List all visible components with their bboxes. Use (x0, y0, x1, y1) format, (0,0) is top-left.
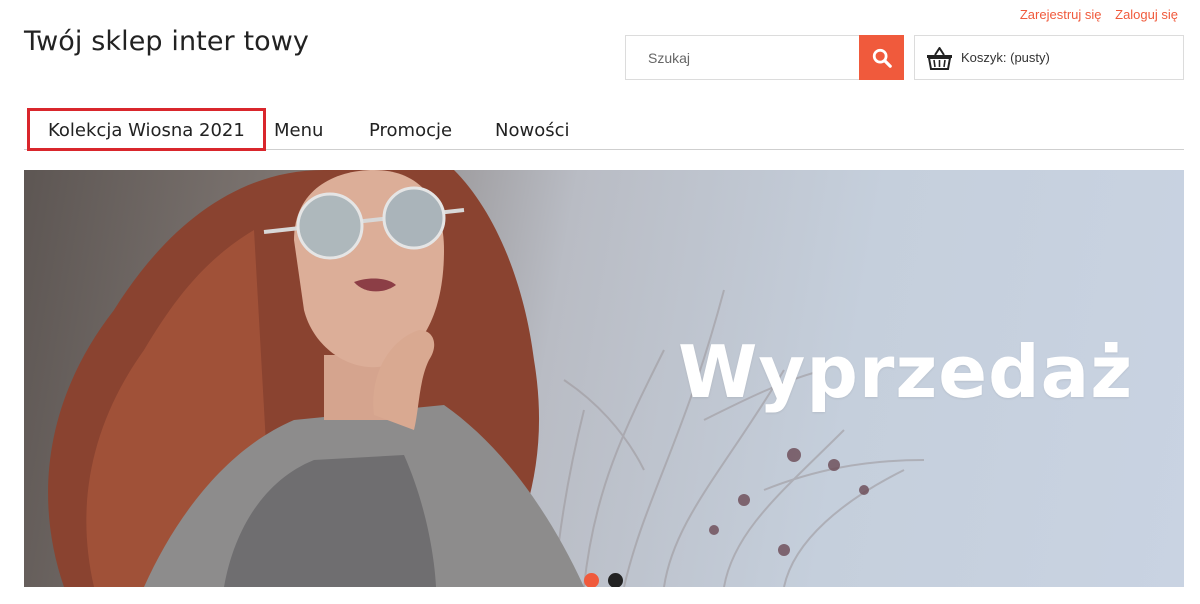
hero-title: Wyprzedaż (678, 330, 1134, 414)
search-button[interactable] (859, 35, 904, 80)
carousel-dots (584, 573, 623, 587)
hero-banner[interactable]: Wyprzedaż (24, 170, 1184, 587)
search-icon (872, 48, 892, 68)
search-box (625, 35, 904, 80)
carousel-dot-1[interactable] (584, 573, 599, 587)
main-nav: Kolekcja Wiosna 2021 Menu Promocje Nowoś… (24, 108, 1184, 151)
cart-button[interactable]: Koszyk: (pusty) (914, 35, 1184, 80)
cart-label: Koszyk: (pusty) (961, 50, 1050, 65)
nav-item-nowosci[interactable]: Nowości (495, 108, 570, 151)
carousel-dot-2[interactable] (608, 573, 623, 587)
register-link[interactable]: Zarejestruj się (1020, 7, 1102, 22)
login-link[interactable]: Zaloguj się (1115, 7, 1178, 22)
nav-item-kolekcja[interactable]: Kolekcja Wiosna 2021 (27, 108, 266, 151)
store-logo[interactable]: Twój sklep inter towy (24, 26, 309, 57)
basket-icon (927, 46, 952, 70)
nav-item-promocje[interactable]: Promocje (369, 108, 452, 151)
nav-item-menu[interactable]: Menu (274, 108, 323, 151)
account-links: Zarejestruj się Zaloguj się (1010, 7, 1178, 22)
search-input[interactable] (626, 36, 860, 79)
